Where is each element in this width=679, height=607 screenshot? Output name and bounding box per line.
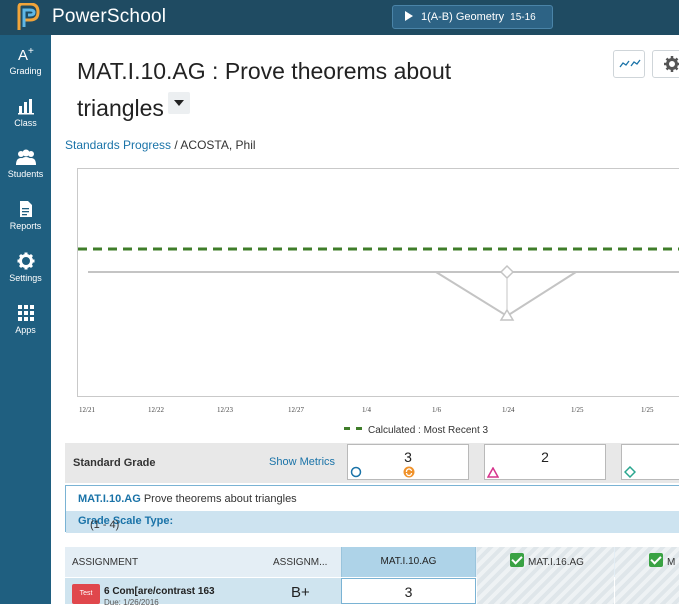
svg-text:A: A <box>18 47 28 63</box>
x-tick-label: 1/6 <box>432 406 441 414</box>
play-icon <box>405 11 413 21</box>
standard-description-text: Prove theorems about triangles <box>140 493 297 505</box>
settings-button[interactable] <box>652 50 679 78</box>
standard-grade-value: 3 <box>404 449 412 465</box>
grade-scale: Grade Scale Type: (1 - 4) <box>78 515 173 531</box>
sidebar: A + Grading Class Students Reports Setti… <box>0 35 51 604</box>
standard-grade-cell[interactable]: 3 <box>621 444 679 480</box>
chart-plot <box>78 247 679 321</box>
class-icon <box>17 99 34 115</box>
x-tick-label: 1/4 <box>362 406 371 414</box>
sidebar-item-label: Class <box>14 118 37 128</box>
column-header-assignment-grade[interactable]: ASSIGNM... <box>273 557 327 568</box>
column-header-standard-2[interactable]: MAT.I.16.AG <box>528 557 584 568</box>
chart-legend: Calculated : Most Recent 3 <box>344 425 488 436</box>
x-tick-label: 12/22 <box>148 406 164 414</box>
legend-label: Calculated : Most Recent 3 <box>368 425 489 436</box>
sidebar-item-label: Settings <box>9 273 42 283</box>
column-standard-2 <box>477 547 614 604</box>
column-standard-3 <box>615 547 679 604</box>
sidebar-item-reports[interactable]: Reports <box>0 200 51 231</box>
x-tick-label: 12/23 <box>217 406 233 414</box>
grade-scale-bar: Grade Scale Type: (1 - 4) <box>66 511 679 533</box>
sidebar-item-grading[interactable]: A + Grading <box>0 45 51 76</box>
breadcrumb-separator: / <box>171 138 181 152</box>
powerschool-logo-icon[interactable] <box>16 3 40 31</box>
assignment-type-badge: Test <box>72 584 100 604</box>
breadcrumb-link-standards-progress[interactable]: Standards Progress <box>65 138 171 152</box>
page-title: MAT.I.10.AG : Prove theorems about trian… <box>77 53 517 127</box>
standard-grade-value: 2 <box>541 449 549 465</box>
x-tick-label: 1/24 <box>502 406 515 414</box>
students-icon <box>15 149 36 165</box>
apps-grid-icon <box>17 305 34 321</box>
gear-icon <box>17 252 34 270</box>
refresh-icon <box>403 466 415 478</box>
sidebar-item-apps[interactable]: Apps <box>0 304 51 335</box>
standard-grade-cell[interactable]: 2 <box>484 444 606 480</box>
diamond-icon <box>624 466 636 478</box>
line-chart-icon <box>619 59 641 68</box>
assignment-due-date: Due: 1/26/2016 <box>104 598 159 607</box>
brand-name: PowerSchool <box>52 6 167 27</box>
sidebar-item-label: Grading <box>9 66 42 76</box>
x-tick-label: 12/21 <box>79 406 95 414</box>
standard-info-panel: MAT.I.10.AG Prove theorems about triangl… <box>65 485 679 533</box>
assignment-grade: B+ <box>291 584 310 601</box>
class-term: 15-16 <box>510 12 536 23</box>
column-header-active-standard[interactable]: MAT.I.10.AG <box>341 547 476 577</box>
grade-scale-value: (1 - 4) <box>90 519 120 531</box>
standard-description: MAT.I.10.AG Prove theorems about triangl… <box>78 493 297 505</box>
sidebar-item-label: Students <box>7 169 44 179</box>
circle-icon <box>350 466 362 478</box>
breadcrumb: Standards Progress / ACOSTA, Phil <box>65 138 256 152</box>
x-tick-label: 1/25 <box>571 406 584 414</box>
show-metrics-link[interactable]: Show Metrics <box>269 456 335 468</box>
checkbox-checked-icon[interactable] <box>649 553 663 567</box>
checkbox-checked-icon[interactable] <box>510 553 524 567</box>
standards-progress-chart <box>77 168 679 397</box>
top-bar: PowerSchool 1(A-B) Geometry 15-16 <box>0 0 679 35</box>
sidebar-item-students[interactable]: Students <box>0 148 51 179</box>
sidebar-item-label: Apps <box>15 325 36 335</box>
series-triangle-marker <box>499 308 515 321</box>
standard-grade-label: Standard Grade <box>73 457 156 469</box>
breadcrumb-current-student: ACOSTA, Phil <box>180 138 256 152</box>
standard-code[interactable]: MAT.I.10.AG <box>78 493 141 505</box>
svg-text:+: + <box>28 46 34 57</box>
class-selector[interactable]: 1(A-B) Geometry 15-16 <box>392 5 553 29</box>
column-header-standard-3[interactable]: M <box>667 557 675 568</box>
title-dropdown-button[interactable] <box>167 92 190 114</box>
standard-grade-cell[interactable]: 3 <box>347 444 469 480</box>
reports-icon <box>19 201 32 217</box>
class-name: 1(A-B) Geometry <box>421 11 505 23</box>
column-header-assignment[interactable]: ASSIGNMENT <box>72 557 138 568</box>
assignment-name[interactable]: 6 Com[are/contrast 163 <box>104 586 215 597</box>
standard-score-cell[interactable]: 3 <box>341 578 476 604</box>
page-title-text: MAT.I.10.AG : Prove theorems about trian… <box>77 58 452 121</box>
series-line <box>435 271 577 318</box>
sidebar-item-class[interactable]: Class <box>0 97 51 128</box>
legend-dash-swatch <box>344 427 362 430</box>
triangle-icon <box>487 467 499 478</box>
x-tick-label: 12/27 <box>288 406 304 414</box>
grading-icon: A + <box>18 46 34 63</box>
x-tick-label: 1/25 <box>641 406 654 414</box>
series-diamond-marker <box>499 264 515 280</box>
gear-icon <box>664 56 679 72</box>
sidebar-item-settings[interactable]: Settings <box>0 252 51 283</box>
sidebar-item-label: Reports <box>9 221 42 231</box>
chart-view-button[interactable] <box>613 50 645 78</box>
